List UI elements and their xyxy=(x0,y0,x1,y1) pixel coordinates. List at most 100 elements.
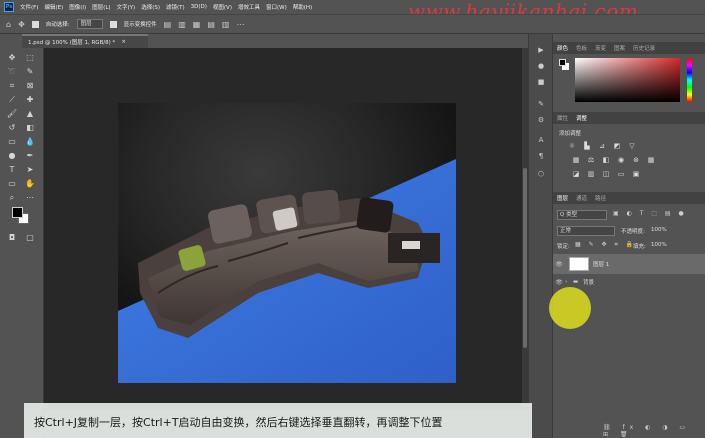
tab-gradients[interactable]: 渐变 xyxy=(595,44,606,52)
pen-icon[interactable]: ✒ xyxy=(24,150,36,162)
menu-image[interactable]: 图像(I) xyxy=(69,3,86,11)
hand-icon[interactable]: ✋ xyxy=(24,178,36,190)
character-icon[interactable]: A xyxy=(536,136,546,146)
invert-icon[interactable]: ◪ xyxy=(571,170,581,179)
rectangle-icon[interactable]: ▭ xyxy=(6,178,18,190)
foreground-color-swatch[interactable] xyxy=(12,207,23,218)
tab-properties[interactable]: 属性 xyxy=(557,114,568,122)
tab-paths[interactable]: 路径 xyxy=(595,194,606,202)
black-white-icon[interactable]: ◧ xyxy=(601,156,611,165)
fill-field[interactable]: 100% xyxy=(651,242,667,248)
layer-name[interactable]: 背景 xyxy=(583,278,594,286)
menu-file[interactable]: 文件(F) xyxy=(20,3,38,11)
align-middle-icon[interactable]: ▥ xyxy=(222,20,230,29)
align-top-icon[interactable]: ▤ xyxy=(207,20,215,29)
layer-footer-icons[interactable]: ⛓ fx ◐ ◑ ▭ ⊞ 🗑 xyxy=(603,424,705,438)
threshold-icon[interactable]: ◫ xyxy=(601,170,611,179)
layer-filter-icons[interactable]: ▣ ◐ T ⬚ ▤ ● xyxy=(613,210,687,217)
marquee-icon[interactable]: ⬚ xyxy=(24,52,36,64)
lasso-icon[interactable]: ➰ xyxy=(6,66,18,78)
move-icon[interactable]: ✥ xyxy=(6,52,18,64)
exposure-icon[interactable]: ◩ xyxy=(612,142,622,151)
align-right-icon[interactable]: ▦ xyxy=(193,20,201,29)
tab-history[interactable]: 历史记录 xyxy=(633,44,655,52)
layer-row-layer1[interactable]: 👁 图层 1 xyxy=(553,254,705,274)
mini-foreground-swatch[interactable] xyxy=(559,59,566,66)
tab-patterns[interactable]: 图案 xyxy=(614,44,625,52)
menu-3d[interactable]: 3D(D) xyxy=(191,4,207,10)
menu-view[interactable]: 视图(V) xyxy=(213,3,232,11)
menu-help[interactable]: 帮助(H) xyxy=(293,3,312,11)
brush-icon[interactable]: 🖌 xyxy=(6,108,18,120)
tab-adjustments[interactable]: 调整 xyxy=(576,114,587,122)
screen-mode-icon[interactable]: ▢ xyxy=(24,232,36,244)
close-tab-icon[interactable]: × xyxy=(121,39,126,45)
quick-select-icon[interactable]: ✎ xyxy=(24,66,36,78)
levels-icon[interactable]: ▙ xyxy=(582,142,592,151)
tab-swatches[interactable]: 色板 xyxy=(576,44,587,52)
menu-filter[interactable]: 滤镜(T) xyxy=(166,3,185,11)
move-tool-icon[interactable]: ✥ xyxy=(18,20,25,29)
adjust-sliders-icon[interactable]: ⚙ xyxy=(536,116,546,126)
document-tab[interactable]: 1.psd @ 100% (图层 1, RGB/8) * × xyxy=(22,34,148,48)
frame-icon[interactable]: ⊠ xyxy=(24,80,36,92)
visibility-eye-icon[interactable]: 👁 xyxy=(553,279,565,286)
healing-icon[interactable]: ✚ xyxy=(24,94,36,106)
menu-type[interactable]: 文字(Y) xyxy=(117,3,136,11)
layer-filter-dropdown[interactable]: Q 类型 xyxy=(557,210,607,220)
selective-color-icon[interactable]: ▣ xyxy=(631,170,641,179)
menu-window[interactable]: 窗口(W) xyxy=(266,3,287,11)
play-icon[interactable]: ▶ xyxy=(536,46,546,56)
dodge-icon[interactable]: ● xyxy=(6,150,18,162)
gradient-map-icon[interactable]: ▭ xyxy=(616,170,626,179)
transform-controls-checkbox[interactable] xyxy=(109,20,117,28)
blur-icon[interactable]: 💧 xyxy=(24,136,36,148)
align-center-icon[interactable]: ▥ xyxy=(178,20,186,29)
hue-saturation-icon[interactable]: ▦ xyxy=(571,156,581,165)
tab-channels[interactable]: 通道 xyxy=(576,194,587,202)
curves-icon[interactable]: ⊿ xyxy=(597,142,607,151)
layer-name[interactable]: 图层 1 xyxy=(593,260,609,268)
color-picker-field[interactable] xyxy=(575,58,680,102)
auto-select-checkbox[interactable] xyxy=(31,20,39,28)
menu-plugins[interactable]: 增效工具 xyxy=(238,3,260,11)
gradient-icon[interactable]: ▭ xyxy=(6,136,18,148)
align-left-icon[interactable]: ▤ xyxy=(164,20,172,29)
history-brush-icon[interactable]: ↺ xyxy=(6,122,18,134)
photo-filter-icon[interactable]: ◉ xyxy=(616,156,626,165)
hue-slider[interactable] xyxy=(687,58,692,102)
channel-mixer-icon[interactable]: ⊛ xyxy=(631,156,641,165)
brightness-icon[interactable]: ☼ xyxy=(567,142,577,151)
zoom-icon[interactable]: ⌕ xyxy=(6,192,18,204)
posterize-icon[interactable]: ▥ xyxy=(586,170,596,179)
auto-select-dropdown[interactable]: 图层 xyxy=(76,19,103,29)
eraser-icon[interactable]: ◧ xyxy=(24,122,36,134)
opacity-field[interactable]: 100% xyxy=(651,227,667,233)
menu-edit[interactable]: 编辑(E) xyxy=(44,3,63,11)
color-lookup-icon[interactable]: ▦ xyxy=(646,156,656,165)
tab-layers[interactable]: 图层 xyxy=(557,194,568,202)
tab-color[interactable]: 颜色 xyxy=(557,44,568,52)
quickmask-icon[interactable]: ◘ xyxy=(6,232,18,244)
stamp-icon[interactable]: ▲ xyxy=(24,108,36,120)
circle-icon[interactable]: ● xyxy=(536,62,546,72)
home-icon[interactable]: ⌂ xyxy=(6,20,11,29)
blend-mode-dropdown[interactable]: 正常 xyxy=(557,226,615,236)
document-canvas[interactable] xyxy=(118,103,456,383)
type-icon[interactable]: T xyxy=(6,164,18,176)
distribute-icon[interactable]: ⋯ xyxy=(236,20,244,29)
lock-icons[interactable]: ▦ ✎ ✥ ⌗ 🔒 xyxy=(575,241,636,249)
brush-settings-icon[interactable]: ✎ xyxy=(536,100,546,110)
eyedropper-icon[interactable]: ⟋ xyxy=(6,94,18,106)
paragraph-icon[interactable]: ¶ xyxy=(536,152,546,162)
expand-arrow-icon[interactable]: › xyxy=(565,279,573,285)
crop-icon[interactable]: ⌗ xyxy=(6,80,18,92)
vibrance-icon[interactable]: ▽ xyxy=(627,142,637,151)
path-select-icon[interactable]: ➤ xyxy=(24,164,36,176)
menu-layer[interactable]: 图层(L) xyxy=(92,3,110,11)
visibility-eye-icon[interactable]: 👁 xyxy=(553,261,565,268)
scrollbar-thumb[interactable] xyxy=(523,168,527,348)
cube-icon[interactable]: ⬡ xyxy=(536,170,546,180)
square-icon[interactable]: ■ xyxy=(536,78,546,88)
color-balance-icon[interactable]: ⚖ xyxy=(586,156,596,165)
